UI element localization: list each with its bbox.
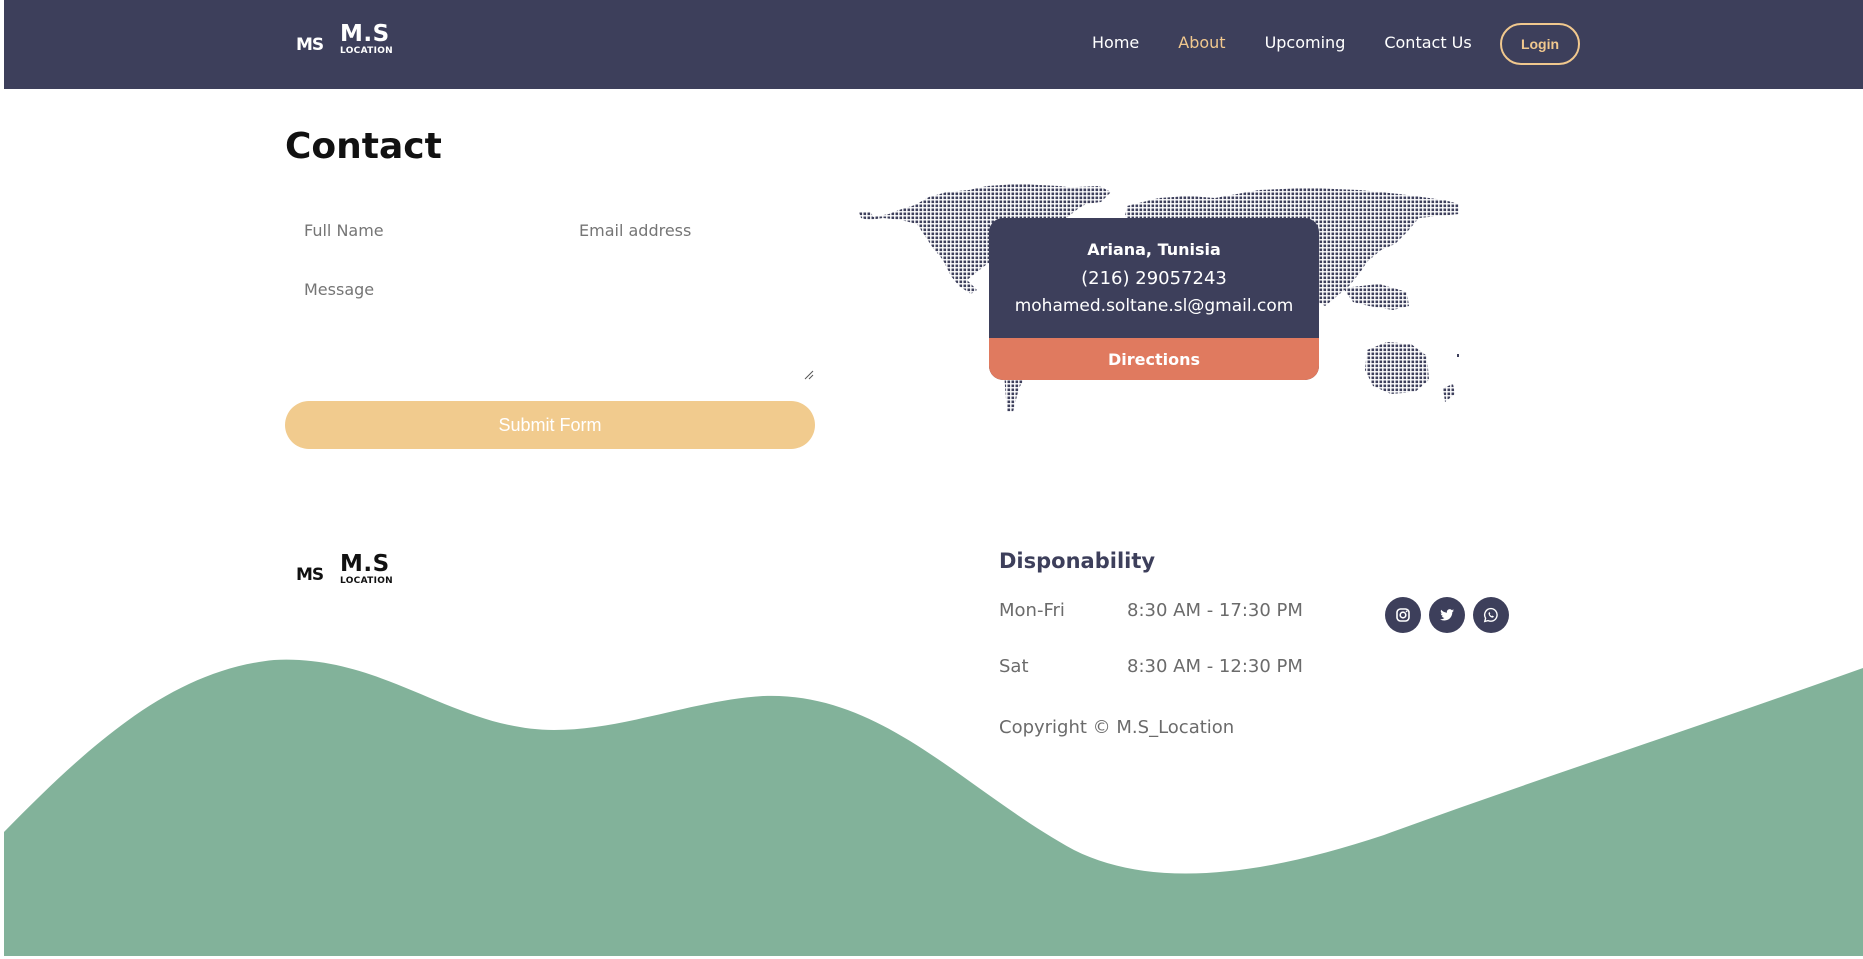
footer-brand-name: M.S xyxy=(340,551,390,577)
hours-time: 8:30 AM - 17:30 PM xyxy=(1127,600,1303,621)
twitter-icon[interactable] xyxy=(1429,597,1465,633)
location-card: Ariana, Tunisia (216) 29057243 mohamed.s… xyxy=(989,218,1319,380)
nav-about[interactable]: About xyxy=(1178,33,1225,53)
ms-logo-icon: MS xyxy=(296,35,324,55)
hours-day: Sat xyxy=(999,656,1029,677)
instagram-icon[interactable] xyxy=(1385,597,1421,633)
hours-row: Sat 8:30 AM - 12:30 PM xyxy=(999,656,1303,677)
copyright-text: Copyright © M.S_Location xyxy=(999,717,1235,738)
footer-brand-subtitle: LOCATION xyxy=(340,576,394,586)
availability-title: Disponability xyxy=(999,549,1156,573)
navbar: MS M.S LOCATION Home About Upcoming Cont… xyxy=(4,0,1863,89)
page: MS M.S LOCATION Home About Upcoming Cont… xyxy=(4,0,1863,956)
resize-grip-icon[interactable] xyxy=(804,370,814,380)
hours-row: Mon-Fri 8:30 AM - 17:30 PM xyxy=(999,600,1303,621)
social-links xyxy=(1385,597,1517,633)
ms-logo-mark: MS xyxy=(296,35,323,55)
submit-form-button[interactable]: Submit Form xyxy=(285,401,815,449)
directions-button[interactable]: Directions xyxy=(989,338,1319,380)
full-name-input[interactable] xyxy=(304,219,544,241)
ms-logo-mark: MS xyxy=(296,565,323,585)
whatsapp-icon[interactable] xyxy=(1473,597,1509,633)
brand-subtitle: LOCATION xyxy=(340,46,394,56)
location-city: Ariana, Tunisia xyxy=(1087,240,1221,259)
nav-home[interactable]: Home xyxy=(1092,33,1139,53)
footer-wave xyxy=(4,659,1863,956)
ms-logo-icon: MS xyxy=(296,565,324,585)
hours-time: 8:30 AM - 12:30 PM xyxy=(1127,656,1303,677)
location-email: mohamed.soltane.sl@gmail.com xyxy=(1014,296,1294,316)
location-phone: (216) 29057243 xyxy=(1081,268,1227,289)
email-input[interactable] xyxy=(579,219,809,241)
footer-brand-logo[interactable]: MS M.S LOCATION xyxy=(296,552,393,587)
message-textarea[interactable] xyxy=(285,270,815,382)
nav-upcoming[interactable]: Upcoming xyxy=(1265,33,1346,53)
page-title: Contact xyxy=(285,126,442,167)
nav-contact-us[interactable]: Contact Us xyxy=(1384,33,1471,53)
login-button[interactable]: Login xyxy=(1500,23,1580,65)
hours-day: Mon-Fri xyxy=(999,600,1065,621)
brand-logo[interactable]: MS M.S LOCATION xyxy=(296,22,393,57)
main-nav: Home About Upcoming Contact Us xyxy=(1092,33,1511,53)
brand-name: M.S xyxy=(340,21,390,47)
